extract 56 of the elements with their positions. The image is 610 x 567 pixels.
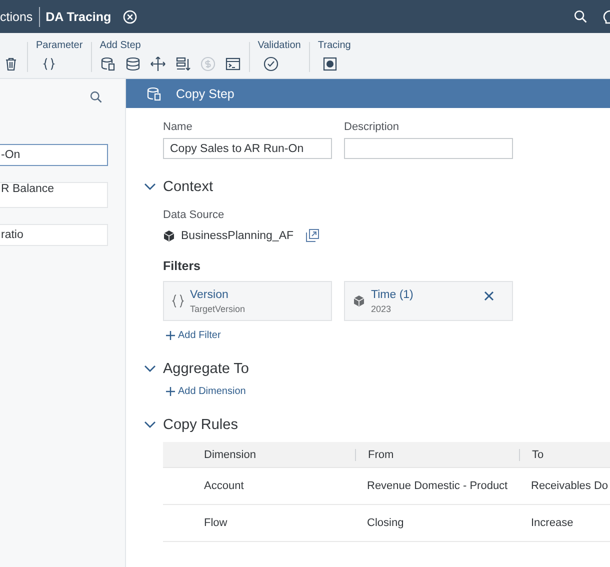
column-header: To [519,448,544,460]
table-cell-text: Account [203,480,245,492]
add-dimension-link[interactable]: Add Dimension [166,386,246,397]
record-icon[interactable] [322,54,338,72]
filter-name: Version [190,288,230,300]
group-label: Parameter [36,38,83,52]
step-title: Copy Step [176,86,234,100]
database-icon[interactable] [124,54,141,72]
group-label: Add Step [100,38,142,52]
step-item[interactable]: R Balance [0,182,108,208]
table-cell-text: Receivables Do [530,480,608,492]
column-header: Dimension [203,448,257,460]
add-filter-link[interactable]: Add Filter [166,330,221,341]
section-title[interactable]: Aggregate To [163,361,249,377]
check-circle-icon[interactable] [262,54,279,72]
document-tab[interactable]: DA Tracing [40,10,118,24]
filter-value: 2023 [371,304,392,314]
plus-icon [166,331,175,340]
filter-value: TargetVersion [190,304,246,314]
cube-icon [353,295,365,307]
braces-icon [172,294,184,308]
database-copy-icon[interactable] [100,54,116,72]
filter-card[interactable]: Time (1) 2023 [344,281,513,321]
table-cell-text: Increase [530,517,574,529]
filters-heading: Filters [163,259,202,273]
column-header: From [355,448,519,460]
cube-icon [163,230,175,242]
section-title[interactable]: Context [163,179,213,195]
table-cell-text: Revenue Domestic - Product [366,480,509,492]
database-copy-icon [146,86,162,102]
table-cell-text: Flow [203,517,228,529]
plus-icon [166,387,175,396]
document-tab[interactable]: ctions [0,10,39,24]
filter-name: Time (1) [371,288,414,300]
group-label: Tracing [318,38,351,52]
close-icon[interactable] [484,291,494,301]
data-source-name: BusinessPlanning_AF [181,230,294,242]
section-title[interactable]: Copy Rules [163,417,238,433]
step-item[interactable]: -On [0,144,108,166]
search-icon[interactable] [574,10,587,23]
group-label: Validation [258,38,301,52]
field-label: Name [163,121,194,133]
name-field[interactable]: Copy Sales to AR Run-On [163,138,332,159]
arrows-icon[interactable] [150,54,166,72]
field-label: Data Source [163,209,226,221]
filter-card[interactable]: Version TargetVersion [163,281,332,321]
search-icon[interactable] [90,91,102,103]
table-cell-text: Closing [366,517,405,529]
field-label: Description [344,121,400,133]
chevron-icon[interactable] [144,365,156,373]
description-field[interactable] [344,138,513,159]
chevron-icon[interactable] [144,421,156,429]
step-item[interactable]: ratio [0,224,108,246]
chevron-icon[interactable] [144,183,156,191]
sort-list-icon[interactable] [174,54,191,72]
open-external-icon[interactable] [306,229,319,242]
